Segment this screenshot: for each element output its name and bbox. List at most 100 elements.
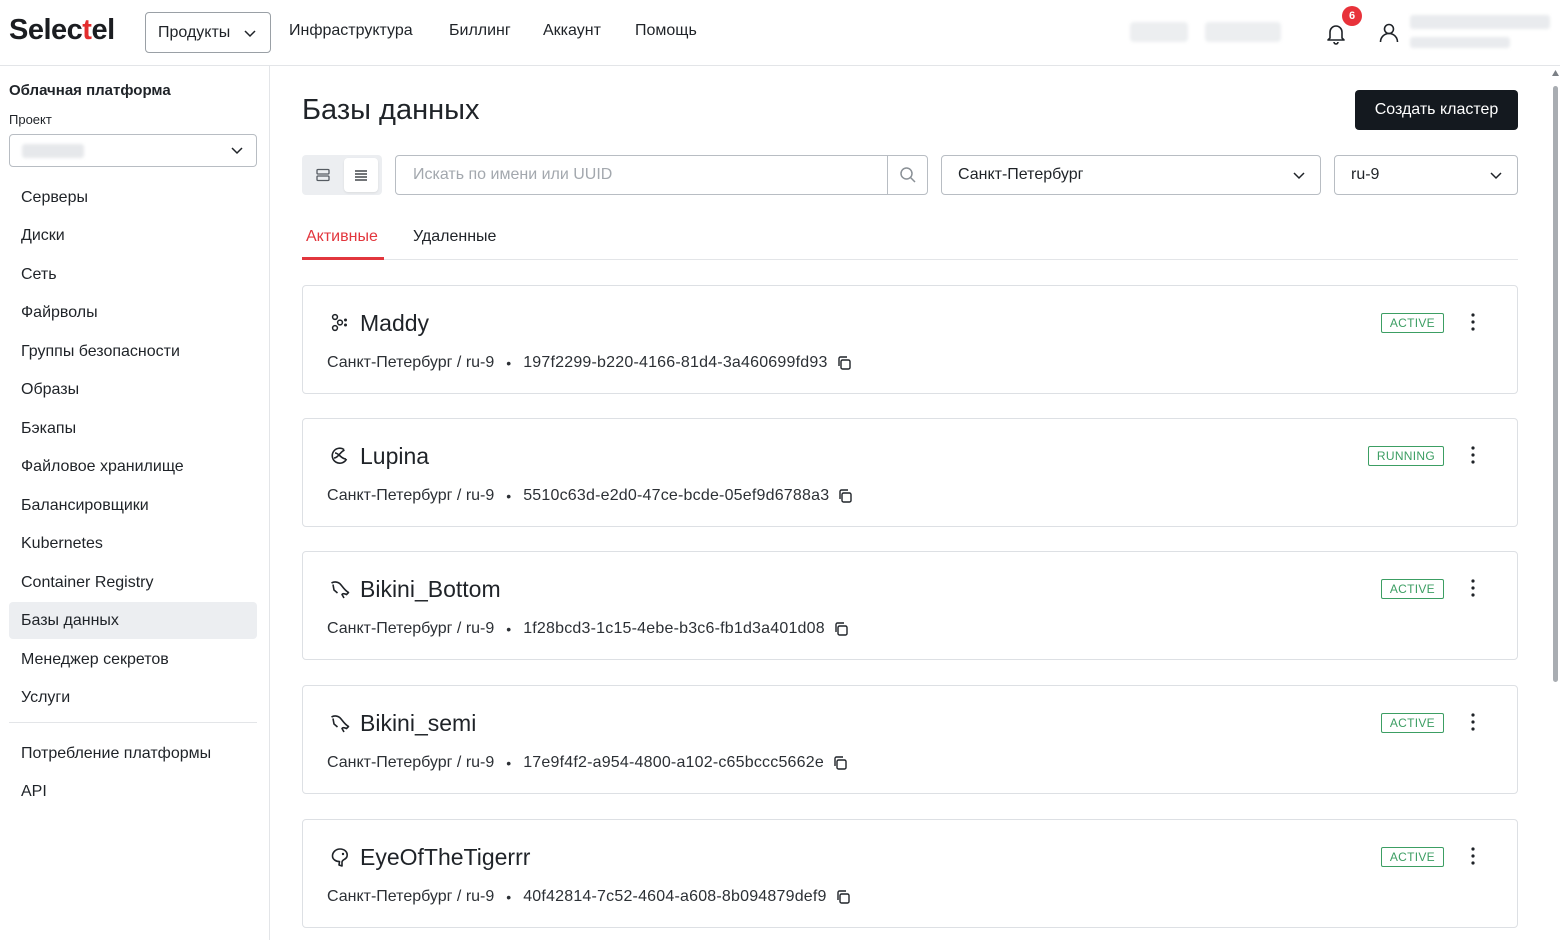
notification-badge: 6 bbox=[1342, 6, 1362, 26]
chevron-down-icon bbox=[1490, 172, 1502, 180]
cluster-card[interactable]: Bikini_Bottom Санкт-Петербург / ru-9 • 1… bbox=[302, 551, 1518, 660]
user-account-id bbox=[1410, 37, 1510, 48]
sidebar-item-platform-usage[interactable]: Потребление платформы bbox=[9, 735, 257, 772]
list-view-button[interactable] bbox=[344, 158, 378, 192]
cluster-card[interactable]: EyeOfTheTigerrr Санкт-Петербург / ru-9 •… bbox=[302, 819, 1518, 928]
postgresql-icon bbox=[331, 848, 348, 867]
tab-active[interactable]: Активные bbox=[306, 228, 378, 260]
chevron-down-icon bbox=[1293, 172, 1305, 180]
sidebar-item-firewalls[interactable]: Файрволы bbox=[9, 294, 257, 331]
sidebar-item-network[interactable]: Сеть bbox=[9, 256, 257, 293]
cluster-name[interactable]: EyeOfTheTigerrr bbox=[360, 844, 530, 871]
sidebar-item-container-registry[interactable]: Container Registry bbox=[9, 564, 257, 601]
cluster-uuid: 197f2299-b220-4166-81d4-3a460699fd93 bbox=[523, 354, 828, 371]
sidebar: Облачная платформа Проект Серверы Диски … bbox=[0, 66, 270, 940]
status-badge: ACTIVE bbox=[1380, 847, 1444, 867]
create-cluster-button[interactable]: Создать кластер bbox=[1355, 90, 1518, 130]
user-email[interactable] bbox=[1410, 15, 1550, 29]
copy-icon[interactable] bbox=[835, 889, 851, 905]
sidebar-item-services[interactable]: Услуги bbox=[9, 679, 257, 716]
selectel-logo[interactable]: Selectel bbox=[9, 14, 115, 47]
separator-dot: • bbox=[506, 755, 512, 771]
sidebar-item-file-storage[interactable]: Файловое хранилище bbox=[9, 448, 257, 485]
cluster-meta: Санкт-Петербург / ru-9 • 5510c63d-e2d0-4… bbox=[327, 487, 853, 505]
search-button[interactable] bbox=[887, 156, 927, 194]
project-name-redacted bbox=[22, 144, 84, 158]
sidebar-item-security-groups[interactable]: Группы безопасности bbox=[9, 333, 257, 370]
sidebar-item-databases[interactable]: Базы данных bbox=[9, 602, 257, 639]
cluster-name[interactable]: Bikini_Bottom bbox=[360, 576, 501, 603]
search-box bbox=[395, 155, 928, 195]
view-toggle bbox=[302, 155, 382, 195]
cluster-uuid: 1f28bcd3-1c15-4ebe-b3c6-fb1d3a401d08 bbox=[523, 620, 825, 637]
card-view-button[interactable] bbox=[306, 158, 340, 192]
region-select[interactable]: Санкт-Петербург bbox=[941, 155, 1321, 195]
card-view-icon bbox=[316, 168, 330, 182]
cluster-uuid: 17e9f4f2-a954-4800-a102-c65bccc5662e bbox=[523, 754, 824, 771]
mysql-icon bbox=[331, 715, 350, 733]
sidebar-item-backups[interactable]: Бэкапы bbox=[9, 410, 257, 447]
cluster-meta: Санкт-Петербург / ru-9 • 197f2299-b220-4… bbox=[327, 354, 852, 372]
tab-deleted[interactable]: Удаленные bbox=[413, 228, 496, 260]
cluster-name[interactable]: Maddy bbox=[360, 310, 429, 337]
pool-value: ru-9 bbox=[1351, 166, 1380, 183]
copy-icon[interactable] bbox=[836, 355, 852, 371]
sidebar-item-secrets-manager[interactable]: Менеджер секретов bbox=[9, 641, 257, 678]
more-vertical-icon[interactable] bbox=[1465, 577, 1481, 599]
region-value: Санкт-Петербург bbox=[958, 166, 1084, 183]
nav-help[interactable]: Помощь bbox=[635, 22, 697, 40]
search-icon bbox=[899, 167, 916, 183]
scroll-up-arrow-icon[interactable] bbox=[1552, 70, 1559, 76]
status-badge: ACTIVE bbox=[1380, 579, 1444, 599]
more-vertical-icon[interactable] bbox=[1465, 444, 1481, 466]
more-vertical-icon[interactable] bbox=[1465, 845, 1481, 867]
separator-dot: • bbox=[506, 621, 512, 637]
cluster-location: Санкт-Петербург / ru-9 bbox=[327, 487, 495, 504]
more-vertical-icon[interactable] bbox=[1465, 311, 1481, 333]
copy-icon[interactable] bbox=[833, 621, 849, 637]
kafka-icon bbox=[331, 447, 348, 464]
scrollbar-thumb[interactable] bbox=[1553, 86, 1558, 682]
nav-billing[interactable]: Биллинг bbox=[449, 22, 511, 40]
sidebar-item-api[interactable]: API bbox=[9, 773, 257, 810]
sidebar-item-disks[interactable]: Диски bbox=[9, 217, 257, 254]
cluster-meta: Санкт-Петербург / ru-9 • 1f28bcd3-1c15-4… bbox=[327, 620, 849, 638]
sidebar-item-kubernetes[interactable]: Kubernetes bbox=[9, 525, 257, 562]
search-input[interactable] bbox=[397, 157, 887, 193]
products-menu-button[interactable]: Продукты bbox=[145, 12, 271, 53]
nav-infrastructure[interactable]: Инфраструктура bbox=[289, 22, 413, 40]
cluster-name[interactable]: Lupina bbox=[360, 443, 429, 470]
page-title: Базы данных bbox=[302, 94, 480, 126]
cluster-card[interactable]: Lupina Санкт-Петербург / ru-9 • 5510c63d… bbox=[302, 418, 1518, 527]
separator-dot: • bbox=[506, 355, 512, 371]
separator-dot: • bbox=[506, 889, 512, 905]
mysql-icon bbox=[331, 581, 350, 599]
cluster-card[interactable]: Maddy Санкт-Петербург / ru-9 • 197f2299-… bbox=[302, 285, 1518, 394]
sidebar-title: Облачная платформа bbox=[9, 82, 171, 99]
project-label: Проект bbox=[9, 112, 52, 127]
sidebar-item-images[interactable]: Образы bbox=[9, 371, 257, 408]
chevron-down-icon bbox=[231, 147, 243, 155]
page-scrollbar[interactable] bbox=[1550, 66, 1560, 940]
nav-account[interactable]: Аккаунт bbox=[543, 22, 601, 40]
pool-select[interactable]: ru-9 bbox=[1334, 155, 1518, 195]
chevron-down-icon bbox=[244, 30, 256, 38]
top-bar: Selectel Продукты Инфраструктура Биллинг… bbox=[0, 0, 1560, 66]
sidebar-item-load-balancers[interactable]: Балансировщики bbox=[9, 487, 257, 524]
cluster-card[interactable]: Bikini_semi Санкт-Петербург / ru-9 • 17e… bbox=[302, 685, 1518, 794]
copy-icon[interactable] bbox=[832, 755, 848, 771]
list-view-icon bbox=[355, 170, 367, 181]
cluster-location: Санкт-Петербург / ru-9 bbox=[327, 354, 495, 371]
copy-icon[interactable] bbox=[837, 488, 853, 504]
balance-widget[interactable] bbox=[1130, 22, 1188, 42]
sidebar-item-servers[interactable]: Серверы bbox=[9, 179, 257, 216]
user-icon[interactable] bbox=[1376, 20, 1402, 46]
cluster-location: Санкт-Петербург / ru-9 bbox=[327, 620, 495, 637]
cluster-location: Санкт-Петербург / ru-9 bbox=[327, 754, 495, 771]
cluster-name[interactable]: Bikini_semi bbox=[360, 710, 476, 737]
bonus-widget[interactable] bbox=[1205, 22, 1281, 42]
separator-dot: • bbox=[506, 488, 512, 504]
more-vertical-icon[interactable] bbox=[1465, 711, 1481, 733]
project-select[interactable] bbox=[9, 134, 257, 167]
redis-icon bbox=[331, 313, 347, 332]
